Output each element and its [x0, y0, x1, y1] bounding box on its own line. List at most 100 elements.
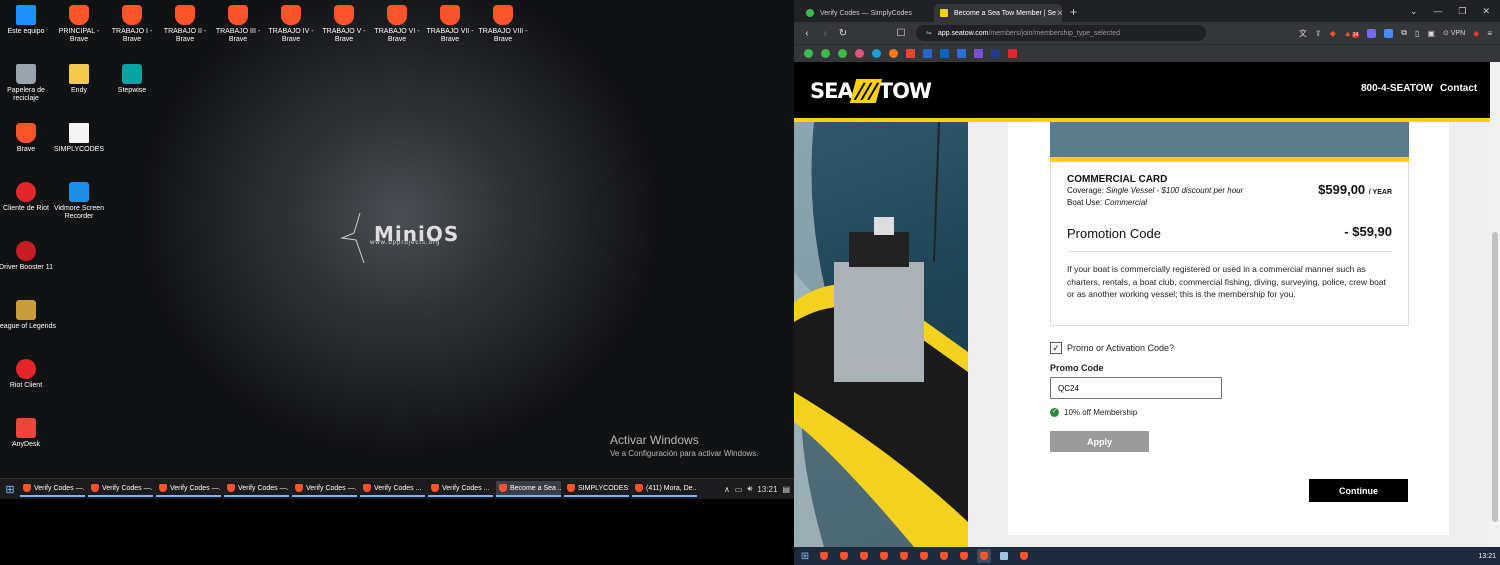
- apply-button[interactable]: Apply: [1050, 431, 1149, 452]
- desktop-icon[interactable]: Stepwise: [102, 64, 162, 95]
- wallet-icon[interactable]: ▣: [1427, 29, 1435, 38]
- seatow-logo[interactable]: SEA///TOW: [810, 79, 932, 103]
- back-icon[interactable]: ‹: [798, 28, 816, 39]
- bookmark-icon[interactable]: [1008, 49, 1017, 58]
- taskbar-brave-app[interactable]: [957, 549, 971, 563]
- desktop-icon[interactable]: Este equipo: [0, 5, 56, 36]
- vpn-button[interactable]: ⊙ VPN: [1443, 29, 1465, 37]
- desktop-icon[interactable]: Riot Client: [0, 359, 56, 390]
- brave-rewards-icon[interactable]: ▲14: [1344, 29, 1360, 38]
- brave-shields-icon[interactable]: ◆: [1330, 29, 1336, 38]
- tab-verify-codes[interactable]: Verify Codes — SimplyCodes: [800, 4, 928, 22]
- desktop-icon[interactable]: SIMPLYCODES: [49, 123, 109, 154]
- desktop-icon[interactable]: Papelera de reciclaje: [0, 64, 56, 103]
- taskbar-notepad-app[interactable]: [997, 549, 1011, 563]
- desktop-icon[interactable]: AnyDesk: [0, 418, 56, 449]
- desktop-icon[interactable]: Driver Booster 11: [0, 241, 56, 272]
- tab-search-icon[interactable]: ⌄: [1410, 6, 1418, 17]
- taskbar-brave-app[interactable]: [917, 549, 931, 563]
- taskbar-brave-app[interactable]: [937, 549, 951, 563]
- desktop-icon[interactable]: TRABAJO I - Brave: [102, 5, 162, 44]
- scrollbar-thumb[interactable]: [1492, 232, 1498, 522]
- bookmark-icon[interactable]: [974, 49, 983, 58]
- bookmark-icon[interactable]: [923, 49, 932, 58]
- menu-icon[interactable]: ≡: [1487, 29, 1492, 38]
- start-button[interactable]: ⊞: [0, 483, 20, 496]
- continue-button[interactable]: Continue: [1309, 479, 1408, 502]
- bookmark-icon[interactable]: ☐: [892, 28, 910, 39]
- taskbar-window-button[interactable]: Verify Codes ...: [360, 481, 425, 497]
- taskbar-window-button[interactable]: (411) Mora, De...: [632, 481, 697, 497]
- taskbar-window-button[interactable]: Verify Codes —...: [292, 481, 357, 497]
- taskbar-brave-app[interactable]: [897, 549, 911, 563]
- maximize-icon[interactable]: ❐: [1458, 6, 1466, 17]
- profile-icon[interactable]: ◆: [1473, 29, 1479, 38]
- share-icon[interactable]: ⇪: [1315, 29, 1322, 38]
- minimize-icon[interactable]: —: [1433, 6, 1442, 17]
- new-tab-icon[interactable]: +: [1070, 5, 1077, 19]
- desktop-icon[interactable]: TRABAJO VIII - Brave: [473, 5, 533, 44]
- volume-icon[interactable]: 🔊︎: [747, 484, 752, 494]
- site-info-icon[interactable]: ⇋: [926, 29, 932, 37]
- taskbar-clock[interactable]: 13:21: [1478, 553, 1500, 560]
- bookmark-icon[interactable]: [889, 49, 898, 58]
- start-button[interactable]: ⊞: [796, 551, 814, 562]
- reload-icon[interactable]: ↻: [834, 28, 852, 39]
- taskbar-clock[interactable]: 13:21: [757, 485, 777, 494]
- taskbar-brave-app[interactable]: [1017, 549, 1031, 563]
- bookmark-feather-icon[interactable]: [855, 49, 864, 58]
- desktop-icon[interactable]: TRABAJO VII - Brave: [420, 5, 480, 44]
- extensions-icon[interactable]: ⧉: [1401, 28, 1407, 38]
- desktop-icon[interactable]: TRABAJO III - Brave: [208, 5, 268, 44]
- contact-link[interactable]: Contact: [1440, 83, 1477, 94]
- desktop-icon[interactable]: Cliente de Riot: [0, 182, 56, 213]
- taskbar-brave-app[interactable]: [877, 549, 891, 563]
- taskbar-brave-app-active[interactable]: [977, 549, 991, 563]
- desktop-icon[interactable]: TRABAJO V - Brave: [314, 5, 374, 44]
- close-window-icon[interactable]: ✕: [1482, 6, 1490, 17]
- chevron-up-icon[interactable]: ∧: [724, 485, 730, 494]
- taskbar-window-button[interactable]: SIMPLYCODES:...: [564, 481, 629, 497]
- taskbar-window-button[interactable]: Verify Codes —...: [156, 481, 221, 497]
- desktop-icon[interactable]: Brave: [0, 123, 56, 154]
- bookmark-check-icon[interactable]: [821, 49, 830, 58]
- phone-link[interactable]: 800-4-SEATOW: [1361, 83, 1433, 94]
- desktop-icon[interactable]: PRINCIPAL - Brave: [49, 5, 109, 44]
- promo-code-input[interactable]: [1050, 377, 1222, 399]
- taskbar-window-button[interactable]: Verify Codes —...: [88, 481, 153, 497]
- taskbar-window-button[interactable]: Become a Sea ...: [496, 481, 561, 497]
- promo-checkbox-label[interactable]: Promo or Activation Code?: [1067, 343, 1174, 353]
- uk-flag-icon[interactable]: [991, 49, 1000, 58]
- extension-icon[interactable]: [1384, 28, 1394, 38]
- network-icon[interactable]: ▭: [735, 485, 743, 494]
- taskbar-brave-app[interactable]: [817, 549, 831, 563]
- gmail-icon[interactable]: [906, 49, 915, 58]
- bookmark-icon[interactable]: [957, 49, 966, 58]
- outlook-icon[interactable]: [940, 49, 949, 58]
- desktop-icon-label: Endy: [71, 87, 87, 94]
- address-bar[interactable]: ⇋ app.seatow.com/members/join/membership…: [916, 25, 1206, 41]
- sidebar-icon[interactable]: ▯: [1415, 29, 1419, 38]
- taskbar-window-button[interactable]: Verify Codes —...: [20, 481, 85, 497]
- bookmark-check-icon[interactable]: [804, 49, 813, 58]
- promo-checkbox[interactable]: ✓: [1050, 342, 1062, 354]
- close-tab-icon[interactable]: ✕: [1056, 8, 1062, 19]
- taskbar-window-button[interactable]: Verify Codes —...: [224, 481, 289, 497]
- extension-icon[interactable]: [1367, 28, 1377, 38]
- taskbar-window-button[interactable]: Verify Codes ...: [428, 481, 493, 497]
- desktop-icon[interactable]: Endy: [49, 64, 109, 95]
- desktop-icon[interactable]: TRABAJO VI - Brave: [367, 5, 427, 44]
- notifications-icon[interactable]: ▤: [782, 485, 790, 494]
- forward-icon[interactable]: ›: [816, 28, 834, 39]
- desktop-icon[interactable]: League of Legends: [0, 300, 56, 331]
- tab-become-member[interactable]: Become a Sea Tow Member | Se ✕: [934, 4, 1062, 22]
- translate-icon[interactable]: 文: [1299, 28, 1307, 39]
- page-scrollbar[interactable]: [1490, 62, 1500, 547]
- taskbar-brave-app[interactable]: [837, 549, 851, 563]
- desktop-icon[interactable]: TRABAJO IV - Brave: [261, 5, 321, 44]
- taskbar-brave-app[interactable]: [857, 549, 871, 563]
- bookmark-check-icon[interactable]: [838, 49, 847, 58]
- bookmark-icon[interactable]: [872, 49, 881, 58]
- desktop-icon[interactable]: Vidmore Screen Recorder: [49, 182, 109, 221]
- desktop-icon[interactable]: TRABAJO II - Brave: [155, 5, 215, 44]
